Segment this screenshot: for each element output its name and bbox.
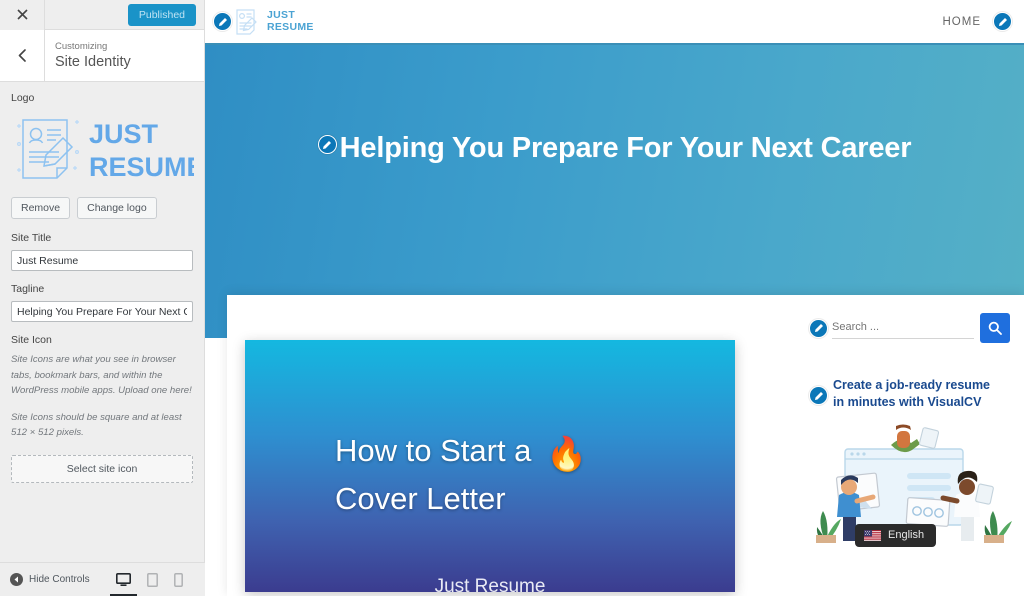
svg-text:JUST: JUST [89,119,159,149]
edit-menu-pin[interactable] [993,12,1012,31]
device-mobile-button[interactable] [173,572,183,587]
promo-line-2: in minutes with VisualCV [833,395,982,409]
desktop-icon [115,572,131,586]
post-title-line-2: Cover Letter [335,481,506,516]
customizer-body: Logo JUST RESUME Remove Change logo Site… [0,82,204,483]
post-card-caption: Just Resume [434,576,546,596]
pencil-icon [814,324,823,332]
post-card[interactable]: How to Start a 🔥 Cover Letter Just Resum… [245,340,735,596]
customizer-topbar: Published [0,0,204,30]
chevron-left-icon [18,49,26,62]
hide-controls-label: Hide Controls [29,574,90,585]
customizer-screen: Published Customizing Site Identity Logo [0,0,1024,596]
post-card-title: How to Start a 🔥 Cover Letter [335,428,587,521]
device-tablet-button[interactable] [146,572,158,587]
edit-logo-pin[interactable] [213,12,232,31]
select-site-icon-button[interactable]: Select site icon [11,454,193,483]
hero-content: Helping You Prepare For Your Next Career [317,127,912,170]
promo-widget-title: Create a job-ready resume in minutes wit… [833,377,990,411]
person-top [891,424,940,453]
pencil-icon [998,17,1007,26]
post-title-line-1: How to Start a [335,433,532,468]
site-title-input[interactable] [11,250,193,271]
edit-search-widget-pin[interactable] [809,318,828,338]
pencil-icon [218,17,227,26]
mobile-icon [173,572,183,587]
us-flag-icon [864,529,881,541]
post-list: How to Start a 🔥 Cover Letter Just Resum… [227,295,795,596]
content-panel: How to Start a 🔥 Cover Letter Just Resum… [227,295,1024,596]
promo-widget-header: Create a job-ready resume in minutes wit… [809,377,1010,411]
site-icon-description-1: Site Icons are what you see in browser t… [11,354,192,396]
tablet-icon [146,572,158,587]
device-desktop-button[interactable] [109,572,137,596]
publish-button[interactable]: Published [127,3,196,26]
customizer-footer: Hide Controls [0,562,205,596]
search-input-wrapper [832,317,974,339]
search-input[interactable] [832,321,974,333]
site-preview: JUST RESUME HOME Helping You Prepare For… [205,0,1024,596]
remove-logo-button[interactable]: Remove [11,197,71,219]
device-preview-switcher [109,572,183,596]
hide-controls-button[interactable]: Hide Controls [0,573,90,586]
hero-heading: Helping You Prepare For Your Next Career [339,132,912,164]
page-title: Site Identity [55,53,131,70]
logo-actions: Remove Change logo [11,197,193,219]
site-icon-label: Site Icon [11,334,52,346]
customizing-eyebrow: Customizing [55,40,108,52]
edit-tagline-pin[interactable] [317,135,337,154]
tagline-input[interactable] [11,301,193,322]
tagline-label: Tagline [11,283,45,295]
close-customizer-button[interactable] [0,0,45,30]
change-logo-button[interactable]: Change logo [77,197,157,219]
search-submit-button[interactable] [980,313,1010,343]
just-resume-logo-icon: JUST RESUME [16,119,194,182]
logo-preview: JUST RESUME [11,110,194,188]
site-icon-description-2: Site Icons should be square and at least… [11,411,182,439]
pencil-icon [323,140,332,149]
language-switcher[interactable]: English [855,524,937,547]
brand-text: JUST RESUME [267,9,314,33]
panel-header-text: Customizing Site Identity [45,30,131,81]
svg-text:RESUME: RESUME [89,152,194,182]
site-brand[interactable]: JUST RESUME [232,6,314,38]
plant-right [984,511,1012,543]
panel-header: Customizing Site Identity [0,30,204,82]
collapse-icon [10,573,23,586]
nav-item-home[interactable]: HOME [943,16,982,28]
customizer-sidebar: Published Customizing Site Identity Logo [0,0,205,596]
search-icon [988,321,1002,335]
preview-sidebar: Create a job-ready resume in minutes wit… [795,295,1024,596]
brand-logo-icon [232,6,262,38]
fire-emoji-icon: 🔥 [546,435,588,472]
site-title-label: Site Title [11,232,52,244]
brand-line-1: JUST [267,9,296,21]
promo-illustration: English [811,423,1016,547]
close-icon [16,9,28,20]
pencil-icon [814,391,823,400]
resume-document-icon [236,8,257,35]
back-button[interactable] [0,30,45,81]
brand-line-2: RESUME [267,20,314,33]
site-header: JUST RESUME HOME [205,0,1024,45]
edit-promo-widget-pin[interactable] [809,386,828,405]
search-widget [809,313,1010,343]
promo-line-1: Create a job-ready resume [833,378,991,392]
language-label: English [888,529,925,541]
logo-section-label: Logo [11,92,35,104]
